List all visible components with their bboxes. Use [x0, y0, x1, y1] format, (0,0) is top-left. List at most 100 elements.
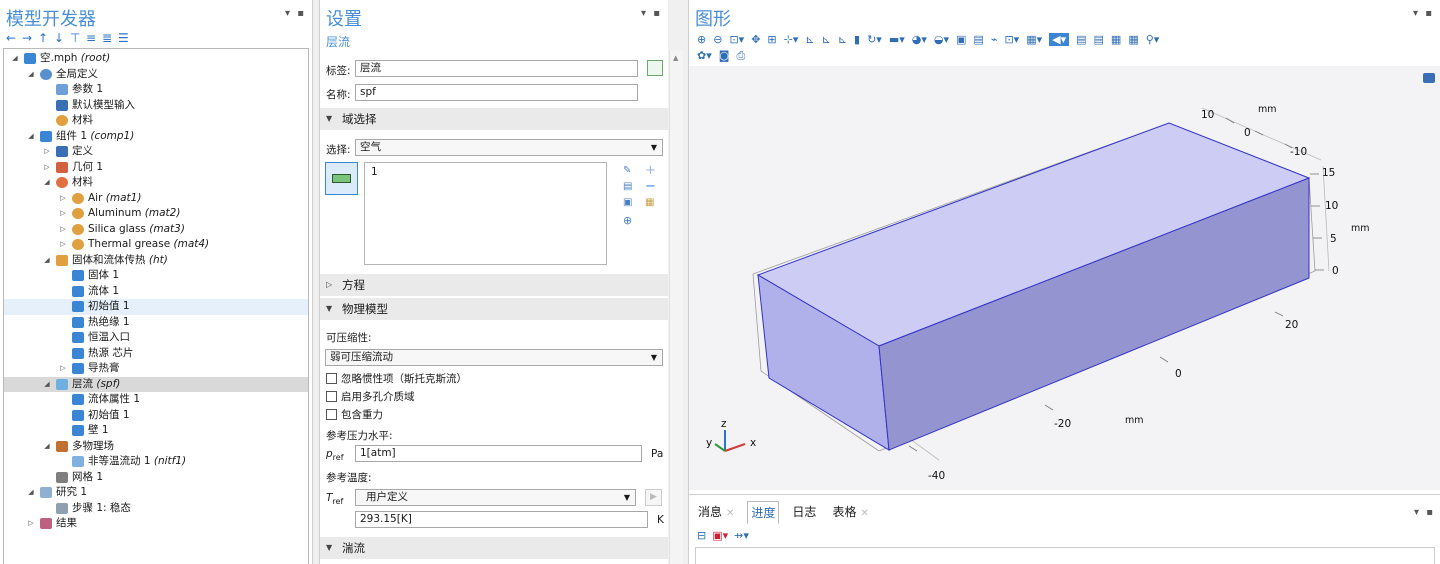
panel-menu-icon[interactable]: ▾ ▪ [285, 8, 306, 19]
tree-item[interactable]: ◢ 材料 [4, 175, 308, 191]
lights-icon[interactable]: ◒▾ [934, 33, 949, 46]
paste-selection-icon[interactable]: ✎ [623, 165, 635, 177]
tree-item[interactable]: ▷ 结果 [4, 516, 308, 532]
arrow-up-icon[interactable]: ↑ [38, 31, 48, 45]
arrow-left-icon[interactable]: ← [6, 31, 16, 45]
transparency-icon[interactable]: ◕▾ [912, 33, 927, 46]
compressibility-dropdown[interactable]: 弱可压缩流动 ▼ [325, 349, 663, 366]
tree-item[interactable]: 壁 1 [4, 423, 308, 439]
remove-icon[interactable]: − [645, 179, 657, 194]
tree-item[interactable]: 流体 1 [4, 284, 308, 300]
panel-menu-icon[interactable]: ▾ ▪ [641, 8, 662, 19]
rotate-icon[interactable]: ↻▾ [867, 33, 882, 46]
print-icon[interactable]: ⎙ [736, 49, 745, 63]
zoom-in-icon[interactable]: ⊕ [697, 33, 706, 46]
tree-item[interactable]: ◢ 多物理场 [4, 439, 308, 455]
collapse-toggle-icon[interactable]: ◢ [42, 175, 52, 191]
tree-item[interactable]: ◢ 固体和流体传热 (ht) [4, 253, 308, 269]
copy-selection-icon[interactable]: ▤ [623, 181, 635, 193]
view-mode-1-icon[interactable]: ▤ [1076, 33, 1086, 46]
camera-icon[interactable]: ◙ [719, 49, 730, 63]
collapse-toggle-icon[interactable]: ◢ [10, 51, 20, 67]
section-equation[interactable]: ▷ 方程 [320, 274, 668, 296]
tree-item[interactable]: 初始值 1 [4, 299, 308, 315]
selection-list-icon[interactable]: ▦▾ [1026, 33, 1042, 46]
collapse-toggle-icon[interactable]: ◢ [42, 439, 52, 455]
tree-item[interactable]: 固体 1 [4, 268, 308, 284]
tree-item[interactable]: 非等温流动 1 (nitf1) [4, 454, 308, 470]
tree-item[interactable]: 恒温入口 [4, 330, 308, 346]
tree-view-icon[interactable]: ☰ [118, 31, 129, 45]
view-yz-icon[interactable]: ⊾ [822, 33, 831, 46]
tree-item[interactable]: 网格 1 [4, 470, 308, 486]
tree-item[interactable]: ◢ 空.mph (root) [4, 51, 308, 67]
tree-item[interactable]: 默认模型输入 [4, 98, 308, 114]
scene-light-icon[interactable]: ✿▾ [697, 49, 712, 63]
tree-item[interactable]: ▷ 定义 [4, 144, 308, 160]
close-icon[interactable]: ✕ [860, 508, 868, 519]
tree-item[interactable]: ▷ 导热膏 [4, 361, 308, 377]
tab-2[interactable]: 日志 [789, 501, 819, 524]
arrow-down-icon[interactable]: ↓ [54, 31, 64, 45]
active-toggle-button[interactable] [325, 162, 358, 195]
panel-menu-icon[interactable]: ▾ ▪ [1413, 8, 1434, 19]
pin-icon[interactable]: ⚲▾ [1146, 33, 1160, 46]
tree-item[interactable]: ▷ Air (mat1) [4, 191, 308, 207]
scroll-up-icon[interactable]: ▲ [673, 54, 678, 62]
tref-input[interactable]: 293.15[K] [355, 511, 648, 528]
tree-item[interactable]: 热源 芯片 [4, 346, 308, 362]
collapse-toggle-icon[interactable]: ◢ [26, 67, 36, 83]
view-mode-2-icon[interactable]: ▤ [1094, 33, 1104, 46]
view-zx-icon[interactable]: ⊾ [838, 33, 847, 46]
expand-toggle-icon[interactable]: ▷ [58, 206, 68, 222]
section-physical-model[interactable]: ▼ 物理模型 [320, 298, 668, 320]
select-objects-icon[interactable]: ▣ [956, 33, 966, 46]
select-boundaries-icon[interactable]: ⌁ [991, 33, 998, 46]
stop-icon[interactable]: ▣▾ [712, 529, 728, 542]
expand-toggle-icon[interactable]: ▷ [42, 144, 52, 160]
collapse-toggle-icon[interactable]: ◢ [42, 253, 52, 269]
tree-item[interactable]: ◢ 组件 1 (comp1) [4, 129, 308, 145]
add-icon[interactable]: + [645, 163, 657, 178]
selection-list-item[interactable]: 1 [371, 166, 378, 178]
zoom-selected-icon[interactable]: ⊞ [767, 33, 776, 46]
zoom-extents-icon[interactable]: ✥ [751, 33, 760, 46]
include-gravity-checkbox[interactable]: 包含重力 [326, 406, 383, 422]
tab-3[interactable]: 表格 ✕ [829, 501, 871, 524]
create-selection-icon[interactable]: ▦ [645, 197, 657, 209]
arrow-right-icon[interactable]: → [22, 31, 32, 45]
tref-variable-icon[interactable]: ▶ [645, 489, 662, 506]
convergence-plot-icon[interactable]: ⇸▾ [734, 529, 749, 542]
zoom-box-icon[interactable]: ⊡▾ [729, 33, 744, 46]
expand-toggle-icon[interactable]: ▷ [26, 516, 36, 532]
tree-item[interactable]: ▷ Aluminum (mat2) [4, 206, 308, 222]
checkbox-box[interactable] [326, 390, 337, 402]
label-input[interactable]: 层流 [355, 60, 638, 77]
collapse-all-icon[interactable]: ≣ [102, 31, 112, 45]
render-mode-icon[interactable]: ▬▾ [889, 33, 905, 46]
filter-icon[interactable]: ⊤ [70, 31, 80, 45]
expand-toggle-icon[interactable]: ▷ [58, 191, 68, 207]
view-settings-icon[interactable] [1423, 73, 1435, 83]
section-domain-selection[interactable]: ▼ 域选择 [320, 108, 668, 130]
settings-scrollbar[interactable]: ▲ [669, 50, 683, 564]
geometry-canvas[interactable]: 10 0 -10 mm 15 10 5 0 mm 20 0 -20 -40 mm [689, 66, 1440, 490]
tree-item[interactable]: ▷ Silica glass (mat3) [4, 222, 308, 238]
expand-toggle-icon[interactable]: ▷ [58, 361, 68, 377]
checkbox-box[interactable] [326, 372, 337, 384]
select-domains-icon[interactable]: ▤ [973, 33, 983, 46]
collapse-toggle-icon[interactable]: ◢ [26, 485, 36, 501]
tab-1[interactable]: 进度 [747, 501, 780, 524]
tref-mode-dropdown[interactable]: 用户定义 ▼ [355, 489, 636, 506]
wireframe-icon[interactable]: ◀▾ [1049, 33, 1070, 46]
tree-item[interactable]: 步骤 1: 稳态 [4, 501, 308, 517]
selection-list[interactable]: 1 [364, 162, 607, 265]
checkbox-box[interactable] [326, 408, 337, 420]
clear-selection-icon[interactable]: ▣ [623, 197, 635, 209]
zoom-out-icon[interactable]: ⊖ [713, 33, 722, 46]
section-turbulence[interactable]: ▼ 湍流 [320, 537, 668, 559]
neglect-inertia-checkbox[interactable]: 忽略惯性项（斯托克斯流） [326, 370, 467, 386]
tree-item[interactable]: ◢ 层流 (spf) [4, 376, 308, 392]
graphics-viewport[interactable]: 10 0 -10 mm 15 10 5 0 mm 20 0 -20 -40 mm [689, 66, 1440, 490]
tree-item[interactable]: 参数 1 [4, 82, 308, 98]
